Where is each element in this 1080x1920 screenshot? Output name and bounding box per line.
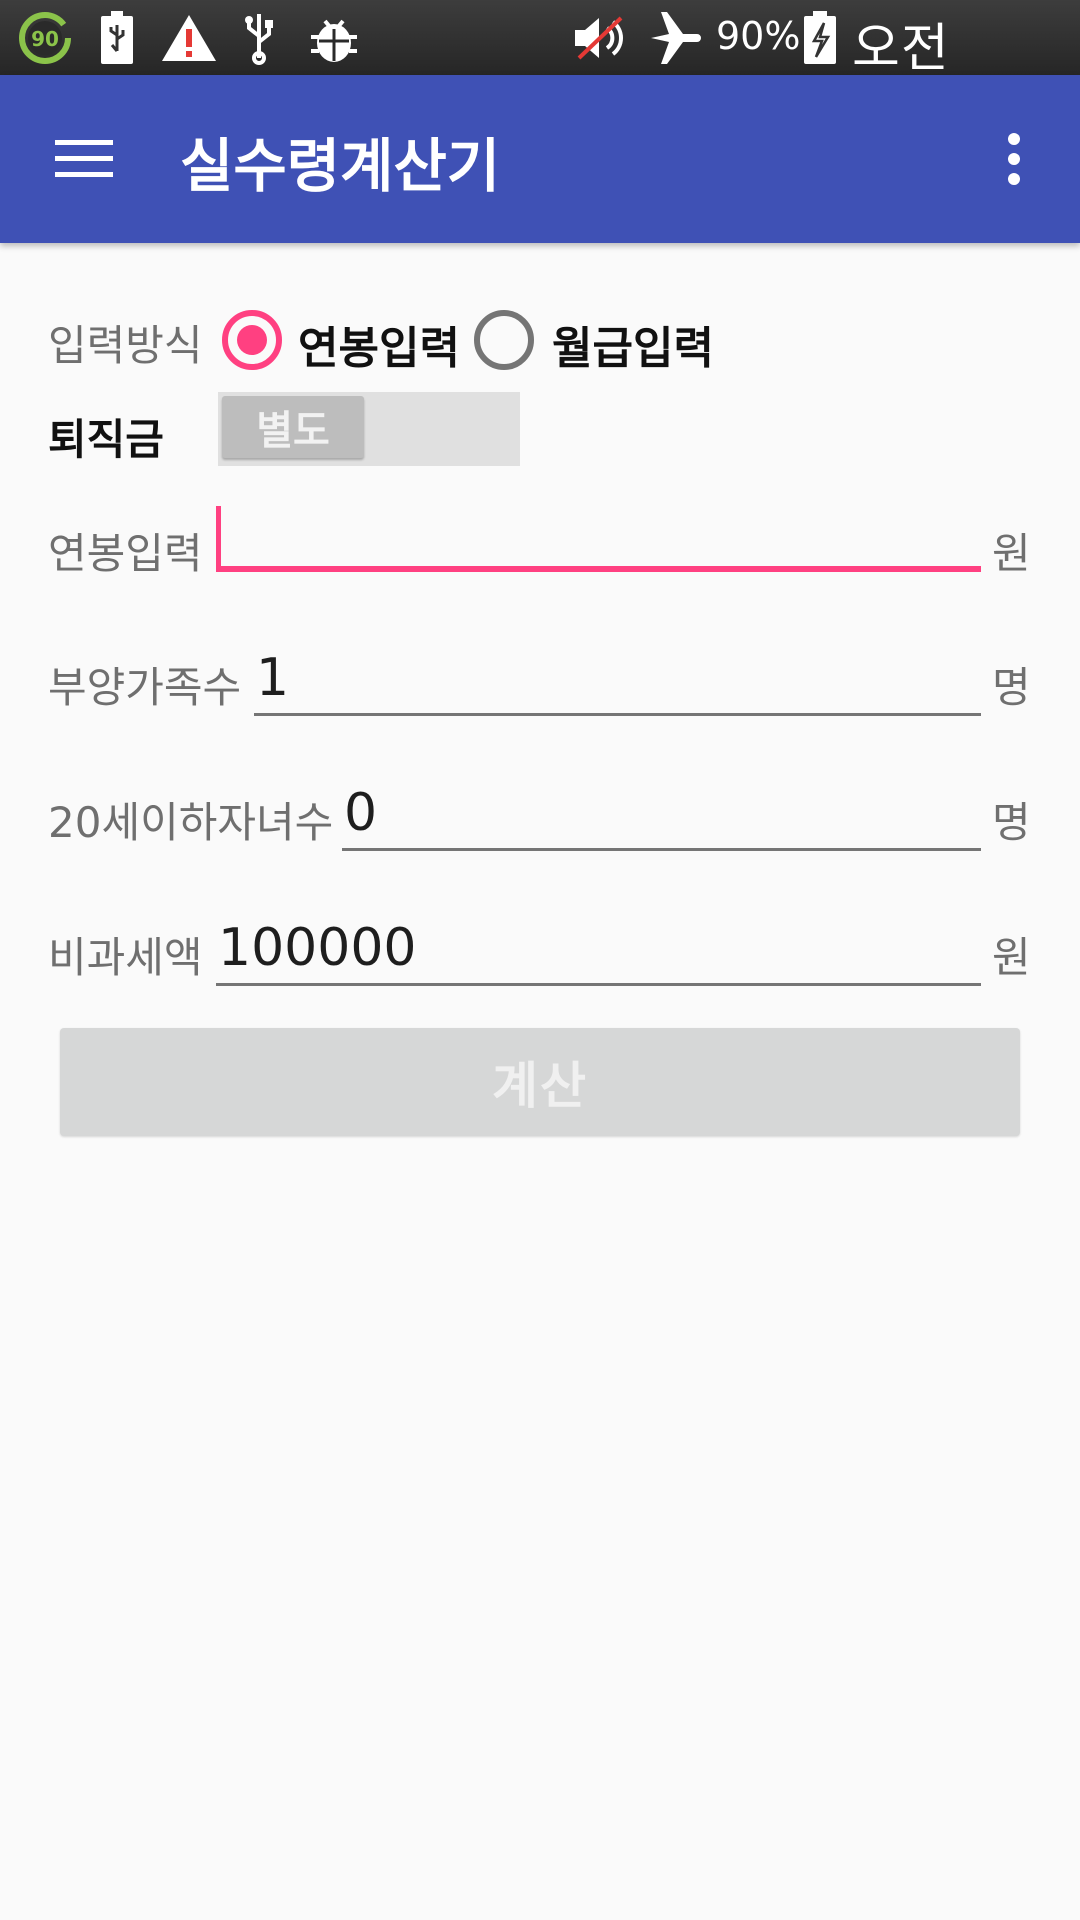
input-mode-label: 입력방식 (48, 321, 203, 370)
non-taxable-underline (216, 983, 981, 986)
non-taxable-value: 100000 (218, 918, 417, 978)
children-under-20-underline (342, 848, 981, 851)
radio-annual-salary[interactable] (222, 310, 282, 370)
warning-icon (160, 8, 218, 68)
charging-battery-icon (800, 8, 840, 68)
hamburger-menu-icon[interactable] (40, 125, 128, 193)
severance-label: 퇴직금 (48, 415, 164, 464)
battery-percent: 90% (716, 14, 801, 58)
annual-salary-underline (216, 566, 981, 572)
children-under-20-input[interactable]: 0 (342, 781, 981, 851)
non-taxable-input[interactable]: 100000 (216, 916, 981, 986)
battery-90-icon: 90 (16, 8, 74, 68)
dependents-unit: 명 (992, 663, 1031, 712)
app-title: 실수령계산기 (180, 132, 501, 200)
annual-salary-input[interactable] (216, 502, 981, 572)
radio-monthly-salary[interactable] (474, 310, 534, 370)
dependents-input[interactable]: 1 (254, 646, 981, 716)
status-bar: 90 90% 오전 (0, 0, 1080, 141)
annual-salary-label: 연봉입력 (48, 529, 203, 578)
text-cursor (216, 506, 221, 566)
radio-monthly-salary-label[interactable]: 월급입력 (552, 312, 714, 376)
bug-icon (306, 8, 362, 68)
severance-toggle[interactable]: 별도 (218, 392, 520, 466)
more-options-icon[interactable] (984, 125, 1044, 193)
children-under-20-unit: 명 (992, 798, 1031, 847)
dependents-label: 부양가족수 (48, 663, 242, 712)
children-under-20-label: 20세이하자녀수 (48, 798, 334, 847)
calculate-button-label: 계산 (492, 1057, 588, 1115)
usb-battery-icon (96, 8, 138, 68)
children-under-20-value: 0 (344, 783, 378, 843)
dependents-value: 1 (256, 648, 290, 708)
radio-annual-salary-label[interactable]: 연봉입력 (298, 312, 460, 376)
app-bar: 실수령계산기 (0, 75, 1080, 243)
calculate-button[interactable]: 계산 (60, 1028, 1020, 1136)
usb-icon (238, 8, 280, 68)
non-taxable-unit: 원 (992, 933, 1031, 982)
non-taxable-label: 비과세액 (48, 933, 203, 982)
mute-icon (570, 8, 632, 68)
annual-salary-unit: 원 (992, 529, 1031, 578)
airplane-mode-icon (645, 8, 707, 68)
dependents-underline (254, 713, 981, 716)
battery-circle-text: 90 (31, 27, 59, 51)
severance-toggle-thumb[interactable]: 별도 (222, 396, 364, 458)
